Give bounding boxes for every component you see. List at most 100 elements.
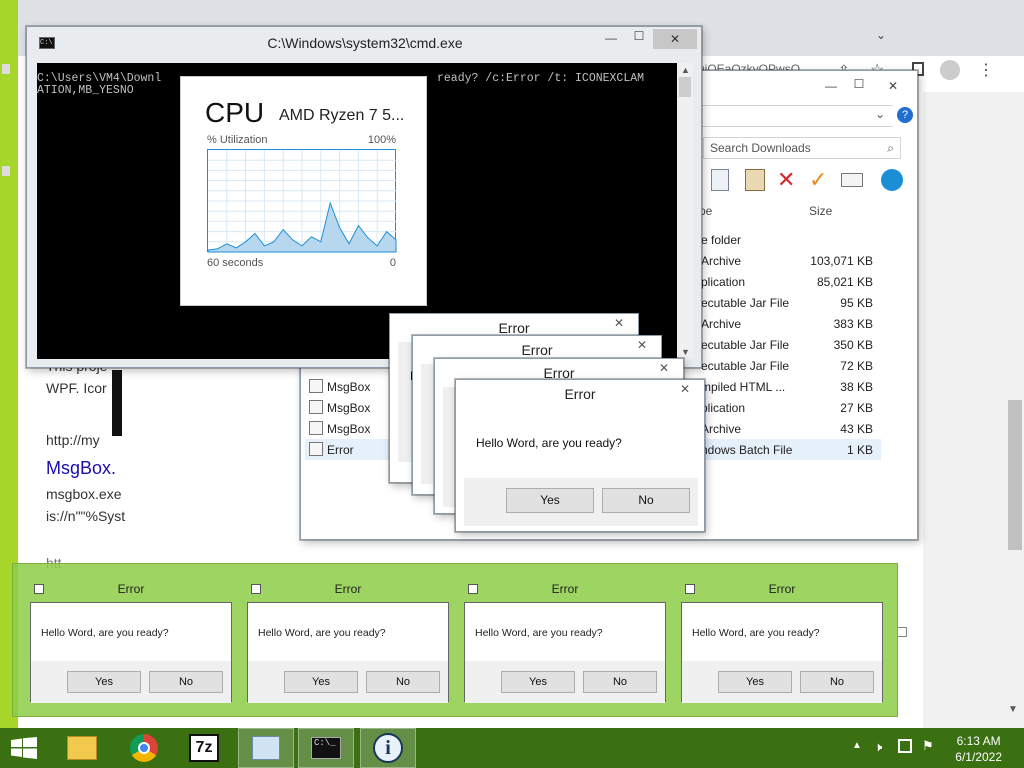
windows-logo-icon (11, 737, 37, 759)
thumbnail-title: Error (117, 582, 145, 596)
file-type: Archive (701, 422, 742, 436)
chrome-icon (130, 734, 158, 762)
page-link-msgbox[interactable]: MsgBox. (46, 458, 116, 479)
error-dialog-body (421, 364, 433, 484)
thumbnail-error-3[interactable]: Error Hello Word, are you ready? Yes No (464, 580, 666, 703)
delete-icon[interactable]: ✕ (777, 167, 795, 193)
thumbnail-error-2[interactable]: Error Hello Word, are you ready? Yes No (247, 580, 449, 703)
tray-clock[interactable]: 6:13 AM 6/1/2022 (955, 733, 1002, 765)
address-bar[interactable] (697, 105, 893, 127)
cmd-line-1-right: ready? /c:Error /t: ICONEXCLAM (437, 72, 645, 85)
file-type: plication (701, 275, 746, 289)
tray-action-center-icon[interactable]: ⚑ (922, 738, 934, 754)
page-scroll-down-icon[interactable]: ▼ (1008, 704, 1018, 715)
error-dialog-body: Hello Word, are you ready? (464, 408, 698, 478)
error-dialog-close-button[interactable]: ✕ (670, 382, 700, 402)
page-text-line: is://n""%Syst (46, 508, 126, 524)
error-dialog-body (443, 387, 455, 507)
thumbnail-message: Hello Word, are you ready? (41, 627, 169, 639)
explorer-maximize-button[interactable]: ☐ (849, 77, 869, 91)
rename-icon[interactable] (841, 173, 863, 187)
menu-kebab-icon[interactable]: ⋮ (978, 60, 994, 80)
cpu-max-label: 100% (367, 134, 396, 146)
copy-icon[interactable] (711, 169, 729, 191)
no-button[interactable]: No (602, 488, 690, 513)
file-name: MsgBox (327, 401, 371, 415)
start-button[interactable] (0, 728, 48, 768)
clock-date: 6/1/2022 (955, 750, 1002, 764)
properties-globe-icon[interactable] (881, 169, 903, 191)
page-text-line: msgbox.exe (46, 486, 122, 502)
task-manager-icon (252, 736, 280, 760)
explorer-minimize-button[interactable]: — (821, 79, 841, 93)
file-type: Archive (701, 317, 742, 331)
taskbar-cmd[interactable]: C:\_ (298, 728, 354, 768)
scroll-thumb[interactable] (679, 77, 691, 97)
thumbnail-dialog: Hello Word, are you ready? Yes No (681, 602, 883, 703)
search-input[interactable]: Search Downloads ⌕ (703, 137, 901, 159)
help-icon[interactable]: ? (897, 107, 913, 123)
desktop-edge-icon (2, 64, 10, 74)
thumbnail-error-4[interactable]: Error Hello Word, are you ready? Yes No (681, 580, 883, 703)
thumbnail-no-button: No (800, 671, 874, 693)
column-header-size[interactable]: Size (809, 204, 832, 218)
file-size: 95 KB (840, 296, 873, 310)
taskbar-7zip[interactable]: 7z (176, 728, 232, 768)
thumbnail-yes-button: Yes (718, 671, 792, 693)
tray-show-hidden-icon[interactable]: ▲ (852, 740, 862, 751)
cmd-maximize-button[interactable]: ☐ (627, 29, 651, 43)
taskbar-thumbnail-previews: Error Hello Word, are you ready? Yes No … (12, 563, 898, 717)
file-type: e folder (701, 233, 742, 247)
paste-icon[interactable] (745, 169, 765, 191)
file-size: 38 KB (840, 380, 873, 394)
error-dialog-close-button[interactable]: ✕ (627, 338, 657, 358)
yes-button[interactable]: Yes (506, 488, 594, 513)
taskbar-chrome[interactable] (116, 728, 172, 768)
checkmark-icon[interactable]: ✓ (809, 167, 827, 193)
cmd-scrollbar[interactable]: ▲ ▼ (677, 63, 693, 359)
file-name: Error (327, 443, 354, 457)
thumbnail-message: Hello Word, are you ready? (258, 627, 386, 639)
thumbnail-dialog: Hello Word, are you ready? Yes No (247, 602, 449, 703)
file-size: 383 KB (833, 317, 873, 331)
file-size: 72 KB (840, 359, 873, 373)
page-scrollbar[interactable] (1008, 400, 1022, 550)
thumbnail-no-button: No (583, 671, 657, 693)
profile-avatar-icon[interactable] (940, 60, 960, 80)
taskbar: 7z C:\_ i ▲ 🕨 ⚑ 6:13 AM 6/1/2022 (0, 728, 1024, 768)
file-size: 85,021 KB (816, 275, 873, 289)
taskbar-file-explorer[interactable] (54, 728, 110, 768)
file-type: plication (701, 401, 746, 415)
error-dialog-title: Error (564, 386, 596, 402)
tray-network-icon[interactable] (898, 739, 912, 753)
taskbar-task-manager[interactable] (238, 728, 294, 768)
details-view-icon[interactable] (897, 627, 907, 637)
file-name: MsgBox (327, 422, 371, 436)
taskbar-msgbox[interactable]: i (360, 728, 416, 768)
thumbnail-yes-button: Yes (67, 671, 141, 693)
error-dialog-title: Error (521, 342, 553, 358)
thumbnail-error-1[interactable]: Error Hello Word, are you ready? Yes No (30, 580, 232, 703)
error-dialog-close-button[interactable]: ✕ (649, 361, 679, 381)
page-text-line: http://my (46, 432, 100, 448)
scroll-up-icon[interactable]: ▲ (681, 65, 690, 75)
cpu-utilization-chart (207, 149, 397, 253)
cpu-min-label: 0 (389, 257, 396, 269)
cmd-close-button[interactable]: ✕ (653, 29, 697, 49)
explorer-close-button[interactable]: ✕ (871, 75, 915, 97)
file-size: 1 KB (846, 443, 873, 457)
error-dialog-close-button[interactable]: ✕ (604, 316, 634, 336)
file-name: MsgBox (327, 380, 371, 394)
scroll-down-icon[interactable]: ▼ (681, 347, 690, 357)
thumbnail-title: Error (768, 582, 796, 596)
cmd-minimize-button[interactable]: — (599, 31, 623, 45)
error-dialog-message: Hello Word, are you ready? (476, 436, 622, 450)
tray-volume-muted-icon[interactable]: 🕨 (874, 739, 882, 755)
tab-search-chevron-icon[interactable]: ⌄ (876, 28, 886, 42)
thumbnail-yes-button: Yes (284, 671, 358, 693)
cmd-icon: C:\_ (311, 737, 341, 759)
file-type: ecutable Jar File (701, 338, 790, 352)
file-type: ecutable Jar File (701, 296, 790, 310)
search-placeholder: Search Downloads (710, 141, 811, 155)
clock-time: 6:13 AM (956, 734, 1001, 748)
